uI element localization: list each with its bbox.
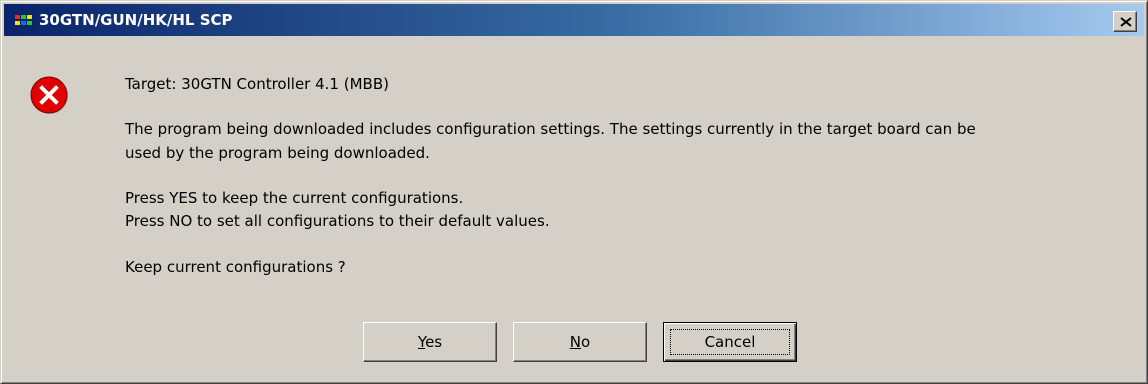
yes-hint-text: Press YES to keep the current configurat… [125,189,464,207]
message-line-1: The program being downloaded includes co… [125,120,976,138]
cancel-button[interactable]: Cancel [663,322,797,362]
cancel-button-label: Cancel [704,333,756,351]
window-title: 30GTN/GUN/HK/HL SCP [39,11,233,29]
no-button-label: No [569,333,591,351]
no-button[interactable]: No [513,322,647,362]
yes-button-label: Yes [417,333,443,351]
target-text: Target: 30GTN Controller 4.1 (MBB) [125,75,389,93]
error-icon [30,76,68,114]
no-hint-text: Press NO to set all configurations to th… [125,212,550,230]
question-text: Keep current configurations ? [125,258,346,276]
message-dialog: 30GTN/GUN/HK/HL SCP Target: 30GTN Contro… [0,0,1148,384]
close-button[interactable] [1113,11,1137,32]
app-icon [14,13,36,28]
title-bar[interactable]: 30GTN/GUN/HK/HL SCP [4,4,1144,36]
message-line-2: used by the program being downloaded. [125,144,430,162]
close-icon [1120,17,1132,27]
yes-button[interactable]: Yes [363,322,497,362]
